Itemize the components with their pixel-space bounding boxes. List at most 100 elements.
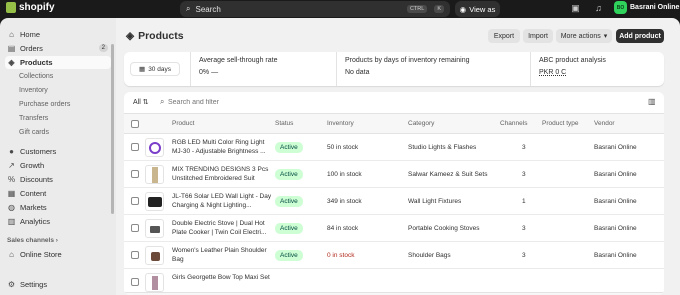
sidebar-item-label: Discounts (20, 175, 53, 184)
store-menu[interactable]: BO Basrani Online (614, 1, 679, 14)
filter-all-tab[interactable]: All ⇅ (133, 98, 149, 106)
sell-through-metric[interactable]: Average sell-through rate 0% — (190, 52, 336, 86)
column-header-vendor[interactable]: Vendor (594, 120, 615, 127)
columns-icon[interactable]: ▥ (648, 97, 656, 106)
column-header-product-type[interactable]: Product type (542, 120, 579, 127)
sidebar-item-label: Products (20, 58, 53, 67)
sidebar-item-transfers[interactable]: Transfers (5, 112, 111, 125)
product-name-link[interactable]: MIX TRENDING DESIGNS 3 Pcs Unstitched Em… (172, 166, 272, 184)
sidebar-item-label: Content (20, 189, 47, 198)
more-actions-button[interactable]: More actions ▾ (556, 29, 612, 43)
channels-value: 3 (522, 252, 526, 259)
search-label: Search (195, 4, 221, 14)
logo-text: shopify (19, 2, 55, 13)
row-checkbox[interactable] (131, 278, 139, 286)
sidebar-item-label: Settings (20, 280, 48, 289)
sell-through-trend: — (211, 69, 219, 76)
search-filter-input[interactable] (168, 96, 288, 109)
days-inventory-metric[interactable]: Products by days of inventory remaining … (336, 52, 530, 86)
import-label: Import (528, 32, 548, 40)
channels-value: 3 (522, 144, 526, 151)
vendor-value: Basrani Online (594, 171, 637, 178)
row-checkbox[interactable] (131, 197, 139, 205)
product-name-link[interactable]: Girls Georgette Bow Top Maxi Set (172, 274, 272, 292)
orders-icon: ▤ (7, 44, 16, 53)
row-checkbox[interactable] (131, 251, 139, 259)
table-row[interactable]: MIX TRENDING DESIGNS 3 Pcs Unstitched Em… (124, 161, 664, 188)
sidebar-item-markets[interactable]: ◍ Markets (5, 201, 111, 214)
row-checkbox[interactable] (131, 224, 139, 232)
sidebar-item-inventory[interactable]: Inventory (5, 84, 111, 97)
sort-icon: ⇅ (142, 99, 149, 106)
inventory-value: 50 in stock (327, 144, 359, 151)
orders-count-badge: 2 (98, 44, 108, 52)
add-product-label: Add product (619, 32, 661, 40)
column-header-product[interactable]: Product (172, 120, 194, 127)
global-search[interactable]: ⌕ Search CTRL K (180, 1, 450, 17)
column-header-channels[interactable]: Channels (500, 120, 527, 127)
view-as-button[interactable]: ◉ View as (455, 1, 500, 17)
calendar-icon: ▦ (139, 66, 146, 73)
chart-icon: ▥ (7, 217, 16, 226)
storefront-icon: ⌂ (9, 250, 14, 259)
metric-label: Products by days of inventory remaining (345, 57, 470, 64)
sidebar-scrollbar[interactable] (111, 44, 114, 214)
row-checkbox[interactable] (131, 170, 139, 178)
sidebar-item-label: Orders (20, 44, 43, 53)
select-all-checkbox[interactable] (131, 120, 139, 128)
sidebar-item-settings[interactable]: ⚙ Settings (5, 278, 111, 291)
status-badge: Active (275, 142, 303, 153)
table-row[interactable]: JL-T66 Solar LED Wall Light - Day Chargi… (124, 188, 664, 215)
product-name-link[interactable]: RGB LED Multi Color Ring Light MJ-30 - A… (172, 139, 272, 157)
category-value: Studio Lights & Flashes (408, 144, 477, 151)
gear-icon: ⚙ (7, 280, 16, 289)
sidebar-item-orders[interactable]: ▤ Orders 2 (5, 42, 111, 55)
status-badge: Active (275, 250, 303, 261)
kbd-k: K (434, 5, 444, 13)
chevron-right-icon: › (55, 237, 58, 244)
channels-value: 1 (522, 198, 526, 205)
sidebar-item-analytics[interactable]: ▥ Analytics (5, 215, 111, 228)
sidebar-item-gift-cards[interactable]: Gift cards (5, 126, 111, 139)
sidebar-item-home[interactable]: ⌂ Home (5, 28, 111, 41)
sidebar-item-collections[interactable]: Collections (5, 70, 111, 83)
import-button[interactable]: Import (523, 29, 553, 43)
sidebar-item-growth[interactable]: ↗ Growth (5, 159, 111, 172)
product-name-link[interactable]: Women's Leather Plain Shoulder Bag (172, 247, 272, 265)
product-name-link[interactable]: JL-T66 Solar LED Wall Light - Day Chargi… (172, 193, 272, 211)
shopify-logo[interactable]: shopify (6, 2, 55, 13)
add-product-button[interactable]: Add product (616, 29, 664, 43)
sidebar-item-customers[interactable]: ● Customers (5, 145, 111, 158)
sales-channels-heading[interactable]: Sales channels › (7, 237, 58, 244)
abc-analysis-metric[interactable]: ABC product analysis PKR 0 C (530, 52, 664, 86)
sidebar-item-label: Analytics (20, 217, 51, 226)
export-button[interactable]: Export (488, 29, 520, 43)
column-header-inventory[interactable]: Inventory (327, 120, 354, 127)
sidebar-item-label: Inventory (19, 87, 48, 94)
sidebar-item-content[interactable]: ▦ Content (5, 187, 111, 200)
metric-label: Average sell-through rate (199, 57, 278, 64)
notification-bell-icon[interactable]: ♫ (593, 3, 604, 14)
sidebar-item-purchase-orders[interactable]: Purchase orders (5, 98, 111, 111)
sidebar-item-products[interactable]: ◈ Products (5, 56, 111, 69)
search-icon: ⌕ (160, 97, 165, 106)
product-thumbnail (145, 192, 164, 211)
eye-icon: ◉ (459, 4, 467, 14)
table-row[interactable]: RGB LED Multi Color Ring Light MJ-30 - A… (124, 134, 664, 161)
product-name-link[interactable]: Double Electric Stove | Dual Hot Plate C… (172, 220, 272, 238)
store-name: Basrani Online (630, 4, 680, 11)
table-row[interactable]: Double Electric Stove | Dual Hot Plate C… (124, 215, 664, 242)
tag-icon: ◈ (8, 58, 15, 67)
sidebar-item-online-store[interactable]: ⌂ Online Store (5, 248, 111, 261)
table-header: Product Status Inventory Category Channe… (124, 113, 664, 134)
inbox-icon[interactable]: ▣ (570, 3, 581, 14)
column-header-status[interactable]: Status (275, 120, 293, 127)
period-selector[interactable]: ▦ 30 days (130, 62, 180, 76)
table-row[interactable]: Women's Leather Plain Shoulder Bag Activ… (124, 242, 664, 269)
metric-label: ABC product analysis (539, 57, 606, 64)
channels-value: 3 (522, 225, 526, 232)
sidebar-item-discounts[interactable]: % Discounts (5, 173, 111, 186)
column-header-category[interactable]: Category (408, 120, 434, 127)
sell-through-value: 0% (199, 69, 210, 76)
row-checkbox[interactable] (131, 143, 139, 151)
